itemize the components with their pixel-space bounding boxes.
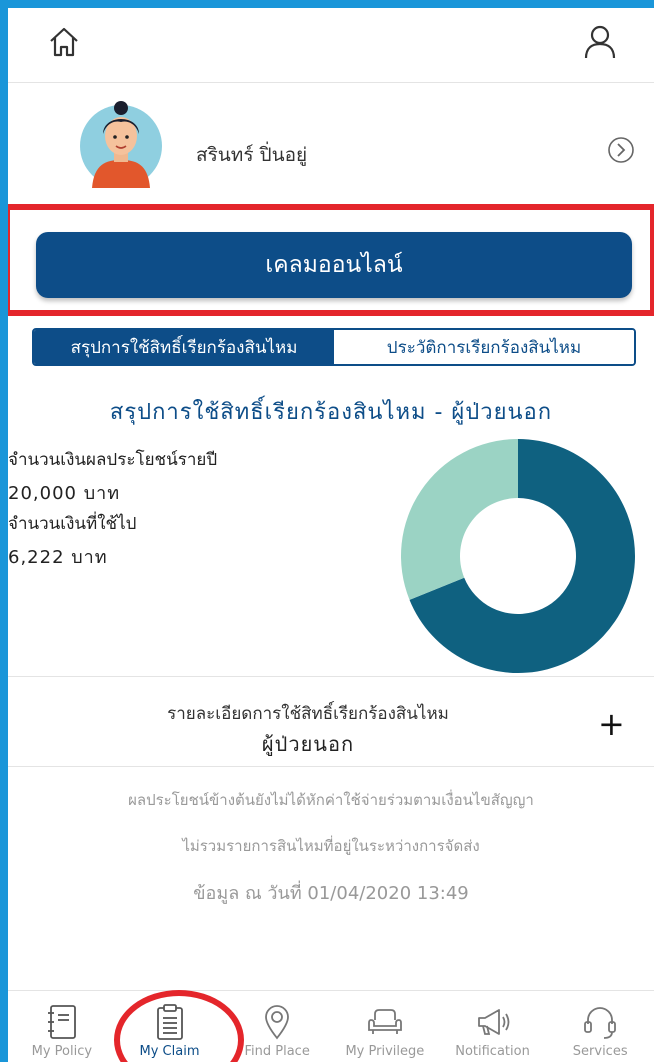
nav-notification[interactable]: Notification xyxy=(439,996,547,1062)
avatar xyxy=(80,101,162,188)
donut-slice-used xyxy=(401,439,518,600)
nav-label: My Policy xyxy=(31,1044,93,1059)
used-amount-label: จำนวนเงินที่ใช้ไป xyxy=(8,514,137,534)
note-deductible: ผลประโยชน์ข้างต้นยังไม่ได้หักค่าใช้จ่ายร… xyxy=(128,791,534,809)
claim-online-button[interactable]: เคลมออนไลน์ xyxy=(36,232,632,298)
divider xyxy=(8,676,654,677)
divider xyxy=(8,766,654,767)
detail-subtitle: ผู้ป่วยนอก xyxy=(261,732,355,756)
nav-label: My Privilege xyxy=(345,1044,425,1059)
benefit-donut-chart xyxy=(401,439,635,673)
headset-icon xyxy=(584,1007,617,1039)
user-icon[interactable] xyxy=(582,24,618,60)
annual-benefit-value: 20,000 บาท xyxy=(8,483,121,504)
bottom-nav: My Policy My Claim Find Place My Privile… xyxy=(8,996,654,1062)
nav-my-privilege[interactable]: My Privilege xyxy=(331,996,439,1062)
user-name: สรินทร์ ปิ่นอยู่ xyxy=(196,144,308,166)
summary-title: สรุปการใช้สิทธิ์เรียกร้องสินไหม - ผู้ป่ว… xyxy=(109,400,553,425)
annual-benefit-label: จำนวนเงินผลประโยชน์รายปี xyxy=(8,450,218,470)
detail-title: รายละเอียดการใช้สิทธิ์เรียกร้องสินไหม xyxy=(167,704,449,724)
chevron-right-circle-icon[interactable] xyxy=(606,135,636,165)
app-screen: สรินทร์ ปิ่นอยู่ เคลมออนไลน์ สรุปการใช้ส… xyxy=(8,8,654,1062)
tab-claim-history[interactable]: ประวัติการเรียกร้องสินไหม xyxy=(334,330,634,364)
note-pending: ไม่รวมรายการสินไหมที่อยู่ในระหว่างการจัด… xyxy=(182,837,480,855)
expand-icon[interactable]: + xyxy=(598,708,625,740)
tab-claim-summary[interactable]: สรุปการใช้สิทธิ์เรียกร้องสินไหม xyxy=(34,330,334,364)
nav-services[interactable]: Services xyxy=(546,996,654,1062)
home-icon[interactable] xyxy=(46,24,82,60)
top-bar xyxy=(8,8,654,83)
megaphone-icon xyxy=(477,1009,509,1035)
claim-tabs: สรุปการใช้สิทธิ์เรียกร้องสินไหม ประวัติก… xyxy=(32,328,636,366)
sofa-icon xyxy=(367,1009,402,1034)
divider xyxy=(8,990,654,991)
used-amount-value: 6,222 บาท xyxy=(8,547,108,568)
data-timestamp: ข้อมูล ณ วันที่ 01/04/2020 13:49 xyxy=(193,883,469,904)
nav-label: Services xyxy=(572,1044,628,1059)
profile-row[interactable]: สรินทร์ ปิ่นอยู่ xyxy=(8,84,654,204)
map-pin-icon xyxy=(265,1005,290,1040)
nav-label: Notification xyxy=(455,1044,530,1059)
nav-my-policy[interactable]: My Policy xyxy=(8,996,116,1062)
policy-notebook-icon xyxy=(47,1005,76,1039)
